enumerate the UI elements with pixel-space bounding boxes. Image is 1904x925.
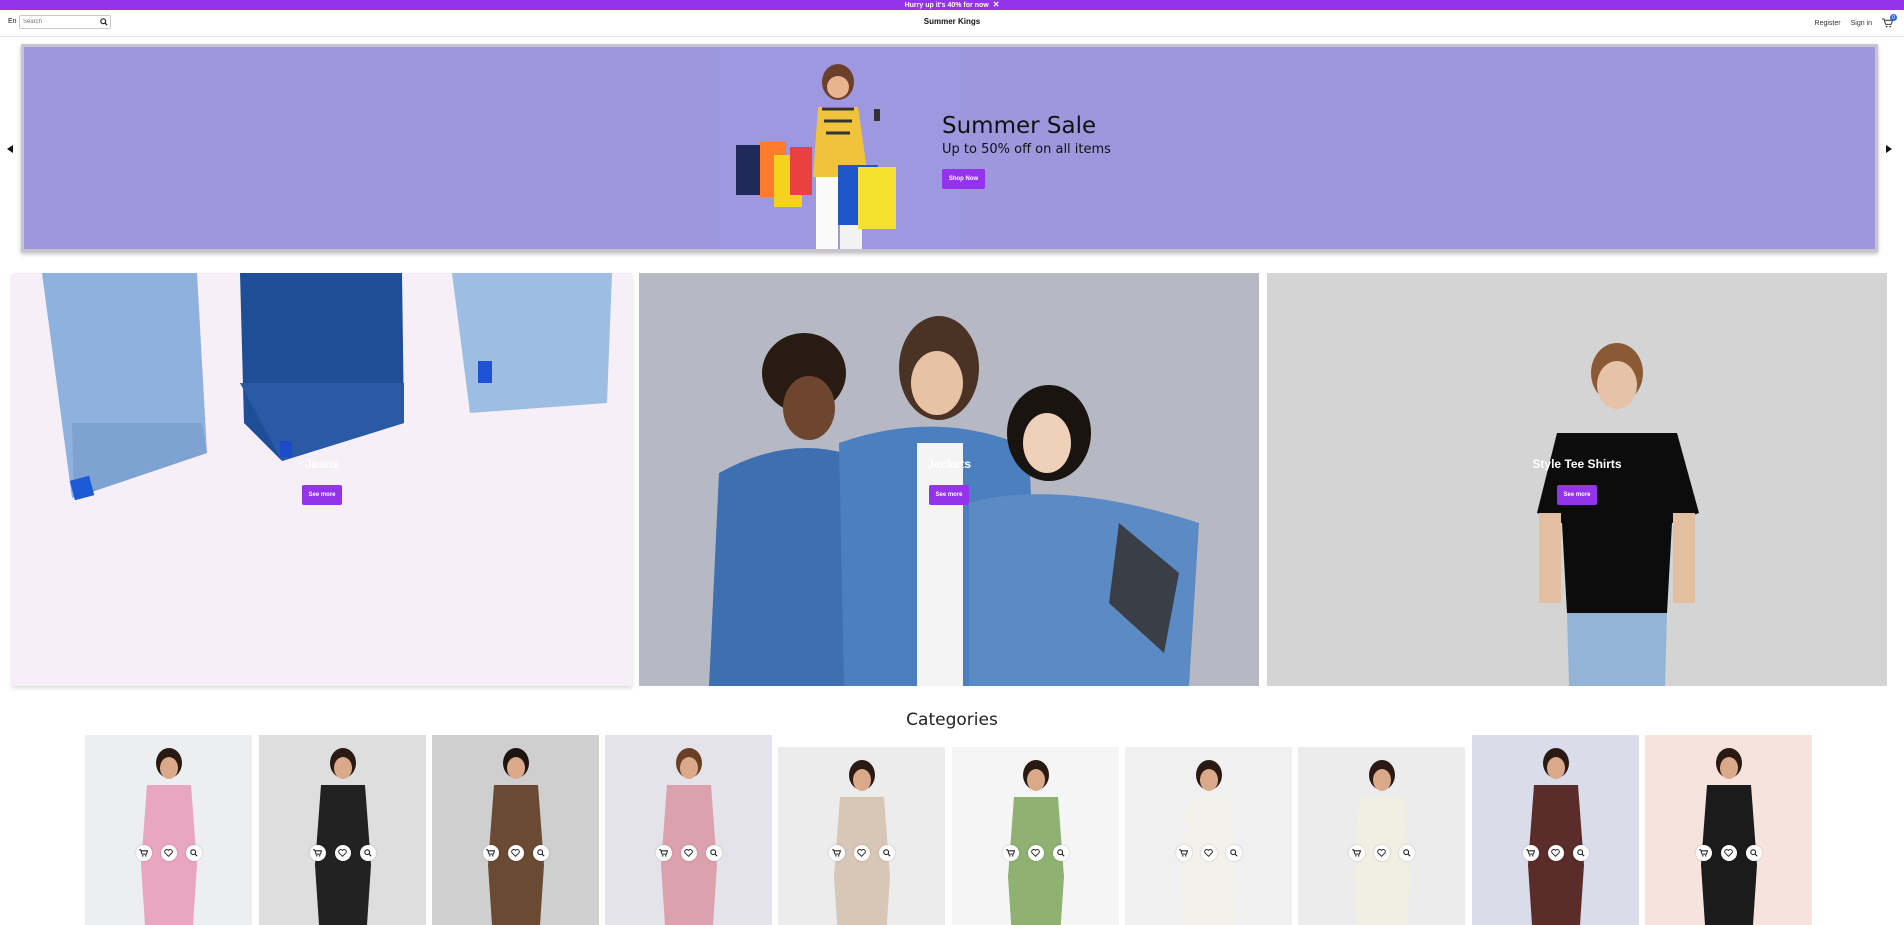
heart-icon[interactable]: [853, 845, 870, 861]
product-actions: [432, 845, 599, 861]
zoom-icon[interactable]: [1052, 845, 1069, 861]
cart-icon[interactable]: [1695, 845, 1712, 861]
zoom-icon[interactable]: [532, 845, 549, 861]
product-card-cream-sweater[interactable]: [1298, 747, 1465, 925]
product-image: [1008, 760, 1064, 925]
product-actions: [259, 845, 426, 861]
zoom-icon[interactable]: [1398, 845, 1415, 861]
cart-icon[interactable]: [135, 845, 152, 861]
cart-icon[interactable]: [1175, 845, 1192, 861]
product-card-pink-check-blouse[interactable]: [605, 735, 772, 925]
zoom-icon[interactable]: [878, 845, 895, 861]
product-card-black-cami-set[interactable]: [1645, 735, 1812, 925]
product-actions: [952, 845, 1119, 861]
carousel-prev-arrow[interactable]: [5, 143, 15, 155]
heart-icon[interactable]: [1547, 845, 1564, 861]
product-card-printed-maxi-dress[interactable]: [259, 735, 426, 925]
carousel-next-arrow[interactable]: [1884, 143, 1894, 155]
search-icon[interactable]: [98, 16, 110, 28]
heart-icon[interactable]: [1720, 845, 1737, 861]
product-actions: [1298, 845, 1465, 861]
see-more-jeans-button[interactable]: See more: [302, 485, 342, 505]
cart-icon[interactable]: [1522, 845, 1539, 861]
product-actions: [605, 845, 772, 861]
product-image: [661, 748, 717, 925]
register-link[interactable]: Register: [1815, 20, 1841, 27]
product-actions: [778, 845, 945, 861]
search-box: [19, 15, 111, 29]
hero-title: Summer Sale: [942, 113, 1097, 139]
promo-card-tee-shirts[interactable]: Style Tee Shirts See more: [1267, 273, 1887, 686]
see-more-tee-shirts-button[interactable]: See more: [1557, 485, 1597, 505]
jeans-image: [42, 273, 612, 501]
zoom-icon[interactable]: [185, 845, 202, 861]
cart-icon[interactable]: [482, 845, 499, 861]
close-icon[interactable]: ✕: [993, 1, 1000, 9]
cart-icon[interactable]: [1348, 845, 1365, 861]
brand-logo[interactable]: Summer Kings: [924, 17, 980, 26]
cart-count-badge: 0: [1890, 14, 1897, 21]
product-image: [141, 748, 197, 925]
shop-now-button[interactable]: Shop Now: [942, 169, 985, 189]
announcement-text: Hurry up it's 40% for now: [904, 1, 989, 9]
product-actions: [1645, 845, 1812, 861]
announcement-bar: Hurry up it's 40% for now ✕: [0, 0, 1904, 10]
hero-subtitle: Up to 50% off on all items: [942, 142, 1111, 157]
product-card-floral-mini-dress[interactable]: [85, 735, 252, 925]
see-more-jackets-button[interactable]: See more: [929, 485, 969, 505]
product-actions: [85, 845, 252, 861]
categories-heading: Categories: [906, 710, 998, 730]
hero-banner: Summer Sale Up to 50% off on all items S…: [21, 44, 1878, 252]
heart-icon[interactable]: [160, 845, 177, 861]
tee-shirt-image: [1537, 343, 1699, 686]
heart-icon[interactable]: [334, 845, 351, 861]
jackets-image: [709, 316, 1199, 686]
zoom-icon[interactable]: [359, 845, 376, 861]
zoom-icon[interactable]: [1745, 845, 1762, 861]
cart-icon[interactable]: [655, 845, 672, 861]
promo-label-jeans: Jeans: [304, 457, 340, 471]
promo-label-tee-shirts: Style Tee Shirts: [1532, 457, 1622, 471]
heart-icon[interactable]: [1027, 845, 1044, 861]
heart-icon[interactable]: [680, 845, 697, 861]
product-image: [1701, 748, 1757, 925]
cart-icon[interactable]: [828, 845, 845, 861]
promo-card-jackets[interactable]: Jackets See more: [639, 273, 1259, 686]
product-image: [315, 748, 371, 925]
product-card-green-tee[interactable]: [952, 747, 1119, 925]
heart-icon[interactable]: [507, 845, 524, 861]
product-image: [1181, 760, 1237, 925]
promo-card-jeans[interactable]: Jeans See more: [12, 273, 632, 686]
product-image: [488, 748, 544, 925]
language-selector[interactable]: En: [8, 18, 17, 25]
heart-icon[interactable]: [1373, 845, 1390, 861]
product-card-ruffle-top-pants[interactable]: [1472, 735, 1639, 925]
product-actions: [1125, 845, 1292, 861]
site-header: En Summer Kings Register Sign in 0: [0, 10, 1904, 37]
promo-label-jackets: Jackets: [926, 457, 972, 471]
product-card-beige-hoodie-set[interactable]: [778, 747, 945, 925]
product-card-chevron-jumpsuit[interactable]: [432, 735, 599, 925]
cart-icon[interactable]: [309, 845, 326, 861]
zoom-icon[interactable]: [705, 845, 722, 861]
product-actions: [1472, 845, 1639, 861]
product-image: [1354, 760, 1410, 925]
heart-icon[interactable]: [1200, 845, 1217, 861]
zoom-icon[interactable]: [1572, 845, 1589, 861]
sign-in-link[interactable]: Sign in: [1851, 20, 1872, 27]
cart-button[interactable]: 0: [1882, 14, 1897, 29]
product-image: [834, 760, 890, 925]
hero-shopping-woman-image: [718, 47, 962, 249]
search-input[interactable]: [20, 16, 98, 28]
cart-icon[interactable]: [1002, 845, 1019, 861]
product-image: [1528, 748, 1584, 925]
product-card-white-shirt[interactable]: [1125, 747, 1292, 925]
zoom-icon[interactable]: [1225, 845, 1242, 861]
